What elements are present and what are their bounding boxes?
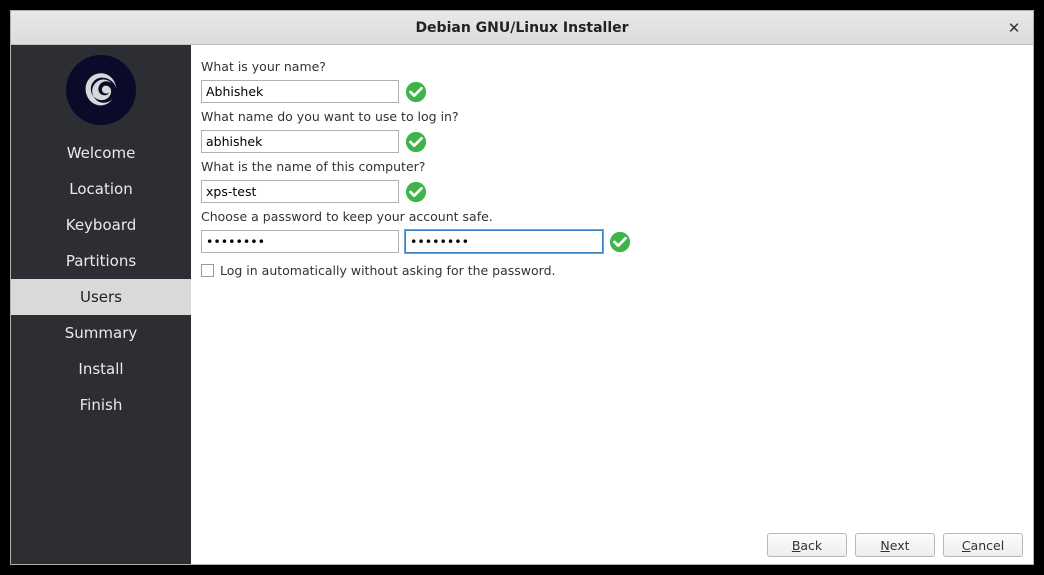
- autologin-checkbox[interactable]: [201, 264, 214, 277]
- users-form: What is your name? What name do you want…: [191, 45, 1033, 526]
- sidebar-item-finish[interactable]: Finish: [11, 387, 191, 423]
- sidebar-item-location[interactable]: Location: [11, 171, 191, 207]
- password-confirm-input[interactable]: [405, 230, 603, 253]
- installer-window: Debian GNU/Linux Installer ✕ Welcome Loc…: [10, 10, 1034, 565]
- debian-swirl-icon: [79, 68, 123, 112]
- titlebar: Debian GNU/Linux Installer ✕: [11, 11, 1033, 45]
- check-icon: [405, 131, 427, 153]
- sidebar-item-welcome[interactable]: Welcome: [11, 135, 191, 171]
- hostname-row: [201, 180, 1023, 203]
- sidebar: Welcome Location Keyboard Partitions Use…: [11, 45, 191, 564]
- fullname-row: [201, 80, 1023, 103]
- sidebar-item-summary[interactable]: Summary: [11, 315, 191, 351]
- sidebar-item-partitions[interactable]: Partitions: [11, 243, 191, 279]
- autologin-row: Log in automatically without asking for …: [201, 263, 1023, 278]
- username-row: [201, 130, 1023, 153]
- cancel-button[interactable]: Cancel: [943, 533, 1023, 557]
- sidebar-item-install[interactable]: Install: [11, 351, 191, 387]
- hostname-input[interactable]: [201, 180, 399, 203]
- debian-logo: [66, 55, 136, 125]
- window-body: Welcome Location Keyboard Partitions Use…: [11, 45, 1033, 564]
- password-label: Choose a password to keep your account s…: [201, 209, 1023, 224]
- window-title: Debian GNU/Linux Installer: [415, 20, 628, 36]
- next-button[interactable]: Next: [855, 533, 935, 557]
- check-icon: [405, 181, 427, 203]
- sidebar-item-users[interactable]: Users: [11, 279, 191, 315]
- check-icon: [405, 81, 427, 103]
- username-input[interactable]: [201, 130, 399, 153]
- username-label: What name do you want to use to log in?: [201, 109, 1023, 124]
- back-button[interactable]: Back: [767, 533, 847, 557]
- autologin-label: Log in automatically without asking for …: [220, 263, 556, 278]
- footer: Back Next Cancel: [191, 526, 1033, 564]
- fullname-label: What is your name?: [201, 59, 1023, 74]
- password-input[interactable]: [201, 230, 399, 253]
- hostname-label: What is the name of this computer?: [201, 159, 1023, 174]
- password-row: [201, 230, 1023, 253]
- sidebar-item-keyboard[interactable]: Keyboard: [11, 207, 191, 243]
- fullname-input[interactable]: [201, 80, 399, 103]
- check-icon: [609, 231, 631, 253]
- main-panel: What is your name? What name do you want…: [191, 45, 1033, 564]
- close-button[interactable]: ✕: [1005, 19, 1023, 37]
